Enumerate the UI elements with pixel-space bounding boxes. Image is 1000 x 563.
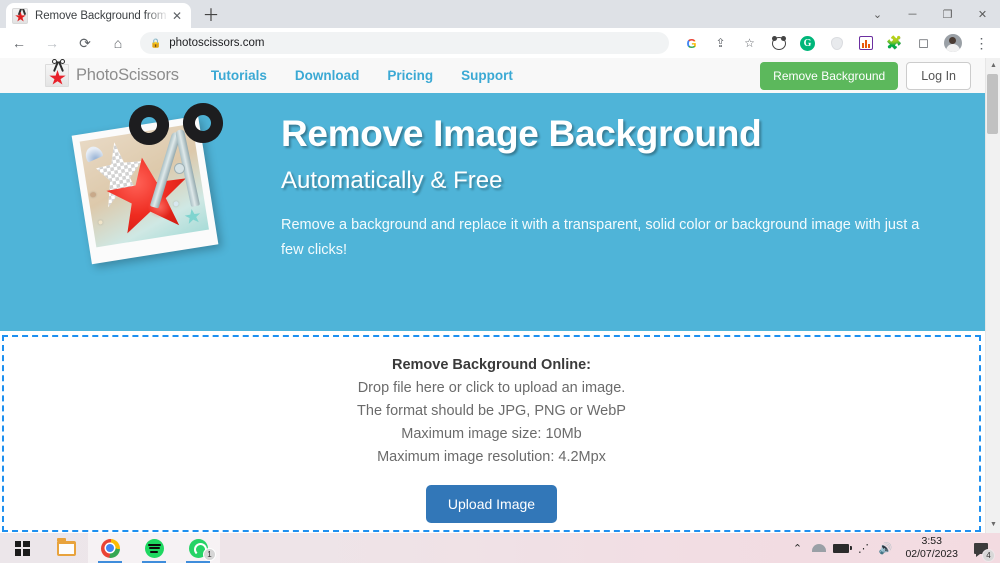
page-viewport: PhotoScissors Tutorials Download Pricing… bbox=[0, 58, 1000, 533]
browser-window: Remove Background from Image ✕ ＋ ⌄ － ❐ ✕… bbox=[0, 0, 1000, 563]
site-header-actions: Remove Background Log In bbox=[760, 61, 985, 90]
back-button[interactable]: ← bbox=[5, 29, 33, 57]
clock[interactable]: 3:53 02/07/2023 bbox=[897, 535, 966, 561]
scroll-up-arrow-icon[interactable]: ▲ bbox=[986, 58, 1000, 74]
google-account-icon[interactable]: G bbox=[679, 31, 704, 56]
chrome-icon bbox=[100, 538, 120, 558]
browser-toolbar: ← → ⟳ ⌂ 🔒 photoscissors.com G ⇪ ☆ G 🧩 ◻ … bbox=[0, 28, 1000, 58]
upload-image-button[interactable]: Upload Image bbox=[425, 485, 558, 523]
wifi-icon[interactable]: ⋰ bbox=[853, 535, 873, 561]
maximize-button[interactable]: ❐ bbox=[930, 0, 965, 28]
browser-tab[interactable]: Remove Background from Image ✕ bbox=[6, 3, 191, 28]
panda-extension-icon[interactable] bbox=[766, 31, 791, 56]
onedrive-icon[interactable] bbox=[809, 535, 829, 561]
chrome-taskbar-button[interactable] bbox=[88, 533, 132, 563]
home-button[interactable]: ⌂ bbox=[104, 29, 132, 57]
site-nav-links: Tutorials Download Pricing Support bbox=[211, 68, 513, 83]
dropzone-title: Remove Background Online: bbox=[391, 357, 591, 373]
scrollbar-thumb[interactable] bbox=[987, 74, 998, 134]
window-controls: ⌄ － ❐ ✕ bbox=[860, 0, 1000, 28]
close-window-button[interactable]: ✕ bbox=[965, 0, 1000, 28]
remove-background-button[interactable]: Remove Background bbox=[760, 61, 899, 90]
whatsapp-taskbar-button[interactable]: 1 bbox=[176, 533, 220, 563]
forward-button[interactable]: → bbox=[38, 29, 66, 57]
hero-heading: Remove Image Background bbox=[281, 113, 762, 154]
dropzone-max-resolution: Maximum image resolution: 4.2Mpx bbox=[377, 449, 606, 465]
notification-count-badge: 4 bbox=[982, 549, 995, 562]
start-button[interactable] bbox=[0, 533, 44, 563]
battery-icon[interactable] bbox=[831, 535, 852, 561]
water-drop-extension-icon[interactable] bbox=[824, 31, 849, 56]
dropzone-instruction: Drop file here or click to upload an ima… bbox=[357, 380, 626, 396]
notification-center-button[interactable]: 4 bbox=[968, 535, 995, 562]
brand-link[interactable]: PhotoScissors bbox=[45, 59, 179, 87]
nav-link-tutorials[interactable]: Tutorials bbox=[211, 68, 267, 83]
new-tab-button[interactable]: ＋ bbox=[200, 5, 222, 27]
page-scrollbar[interactable]: ▲ ▼ bbox=[985, 58, 1000, 533]
clock-date: 02/07/2023 bbox=[905, 548, 958, 560]
address-bar-url: photoscissors.com bbox=[169, 37, 265, 49]
windows-logo-icon bbox=[14, 540, 30, 556]
spotify-taskbar-button[interactable] bbox=[132, 533, 176, 563]
hero-subheading: Automatically & Free bbox=[281, 167, 503, 195]
brand-name: PhotoScissors bbox=[76, 66, 179, 84]
photoscissors-logo bbox=[45, 59, 69, 87]
reload-button[interactable]: ⟳ bbox=[71, 29, 99, 57]
lock-icon: 🔒 bbox=[150, 37, 162, 48]
whatsapp-badge: 1 bbox=[203, 548, 216, 561]
photoscissors-favicon bbox=[12, 7, 28, 24]
windows-taskbar: 1 ⌃ ⋰ 🔊 3:53 02/07/2023 4 bbox=[0, 533, 1000, 563]
log-in-button[interactable]: Log In bbox=[906, 61, 971, 90]
spotify-icon bbox=[144, 538, 164, 558]
nav-link-download[interactable]: Download bbox=[295, 68, 360, 83]
nav-link-pricing[interactable]: Pricing bbox=[387, 68, 433, 83]
scroll-down-arrow-icon[interactable]: ▼ bbox=[986, 517, 1000, 533]
tab-close-icon[interactable]: ✕ bbox=[169, 8, 185, 24]
toolbar-icon-group: G ⇪ ☆ G 🧩 ◻ ⋮ bbox=[677, 31, 1000, 56]
purple-app-extension-icon[interactable] bbox=[853, 31, 878, 56]
starfish-polaroid-scissors-illustration bbox=[71, 98, 248, 265]
dropzone-max-size: Maximum image size: 10Mb bbox=[401, 426, 582, 442]
grammarly-extension-icon[interactable]: G bbox=[795, 31, 820, 56]
share-icon[interactable]: ⇪ bbox=[708, 31, 733, 56]
address-bar[interactable]: 🔒 photoscissors.com bbox=[140, 32, 669, 54]
upload-dropzone[interactable]: Remove Background Online: Drop file here… bbox=[2, 335, 981, 532]
hero-paragraph: Remove a background and replace it with … bbox=[281, 217, 920, 258]
scissors-icon bbox=[124, 98, 235, 225]
profile-avatar[interactable] bbox=[940, 31, 965, 56]
clock-time: 3:53 bbox=[921, 534, 942, 547]
sidepanel-icon[interactable]: ◻ bbox=[911, 31, 936, 56]
extensions-puzzle-icon[interactable]: 🧩 bbox=[882, 31, 907, 56]
system-tray: ⌃ ⋰ 🔊 3:53 02/07/2023 4 bbox=[787, 535, 1000, 562]
window-titlebar: Remove Background from Image ✕ ＋ ⌄ － ❐ ✕ bbox=[0, 0, 1000, 28]
bookmark-star-icon[interactable]: ☆ bbox=[737, 31, 762, 56]
folder-icon bbox=[56, 537, 76, 556]
minimize-button[interactable]: － bbox=[895, 0, 930, 28]
tray-overflow-icon[interactable]: ⌃ bbox=[787, 535, 807, 561]
site-navbar: PhotoScissors Tutorials Download Pricing… bbox=[0, 58, 985, 93]
tab-title: Remove Background from Image bbox=[35, 9, 169, 22]
volume-icon[interactable]: 🔊 bbox=[875, 535, 895, 561]
chrome-menu-icon[interactable]: ⋮ bbox=[969, 31, 994, 56]
hero-section: Remove Image Background Automatically & … bbox=[0, 93, 985, 331]
tab-search-icon[interactable]: ⌄ bbox=[860, 0, 895, 28]
dropzone-format-info: The format should be JPG, PNG or WebP bbox=[357, 403, 626, 419]
file-explorer-button[interactable] bbox=[44, 533, 88, 563]
nav-link-support[interactable]: Support bbox=[461, 68, 513, 83]
hero-text-block: Remove Image Background Automatically & … bbox=[281, 113, 941, 262]
